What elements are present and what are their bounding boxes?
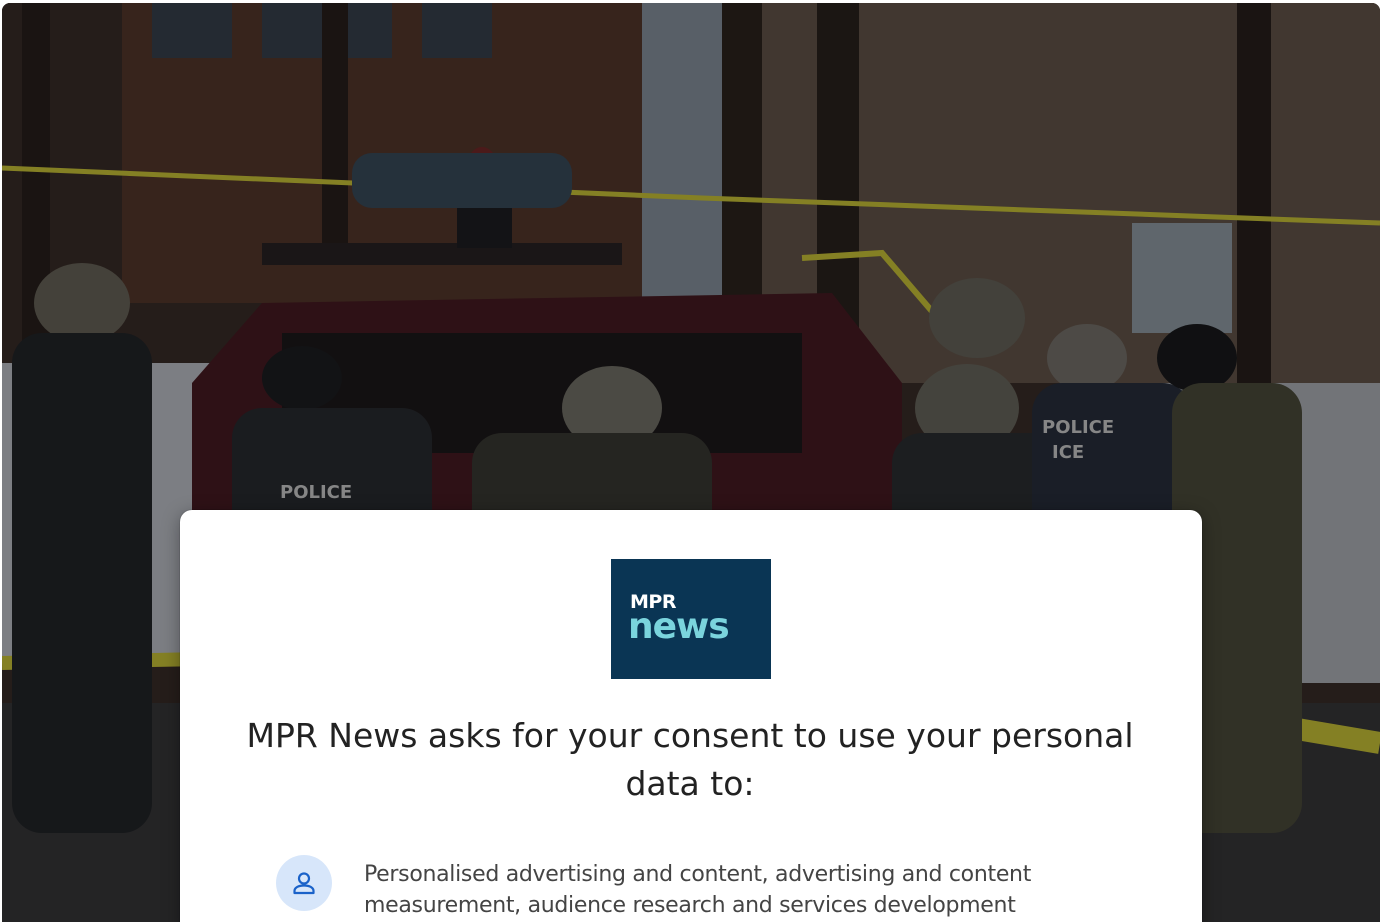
person-icon <box>276 855 332 911</box>
consent-dialog: MPR news MPR News asks for your consent … <box>180 510 1202 922</box>
vest-label-police-2: POLICE <box>1042 417 1114 438</box>
page-viewport: POLICE POLICE ICE MPR news MPR News asks… <box>2 3 1380 922</box>
purpose-text: Personalised advertising and content, ad… <box>364 862 1032 918</box>
vest-label-ice: ICE <box>1052 442 1084 463</box>
vest-label-police-1: POLICE <box>280 482 352 503</box>
mpr-news-logo: MPR news <box>611 559 771 679</box>
logo-text-news: news <box>628 606 730 647</box>
consent-title: MPR News asks for your consent to use yo… <box>246 716 1134 803</box>
